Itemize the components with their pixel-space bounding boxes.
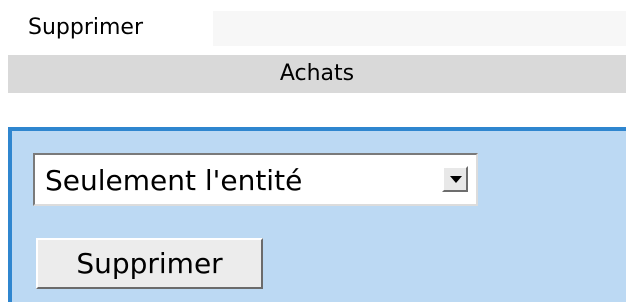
delete-row: Supprimer <box>0 8 626 46</box>
delete-button[interactable]: Supprimer <box>36 238 263 289</box>
chevron-down-icon[interactable] <box>442 166 468 192</box>
delete-value-area <box>213 11 626 46</box>
delete-panel: Seulement l'entité Supprimer <box>8 127 626 302</box>
delete-label: Supprimer <box>28 15 144 40</box>
delete-scope-select[interactable]: Seulement l'entité <box>33 153 478 206</box>
delete-scope-selected: Seulement l'entité <box>45 164 303 197</box>
section-header: Achats <box>8 55 626 93</box>
